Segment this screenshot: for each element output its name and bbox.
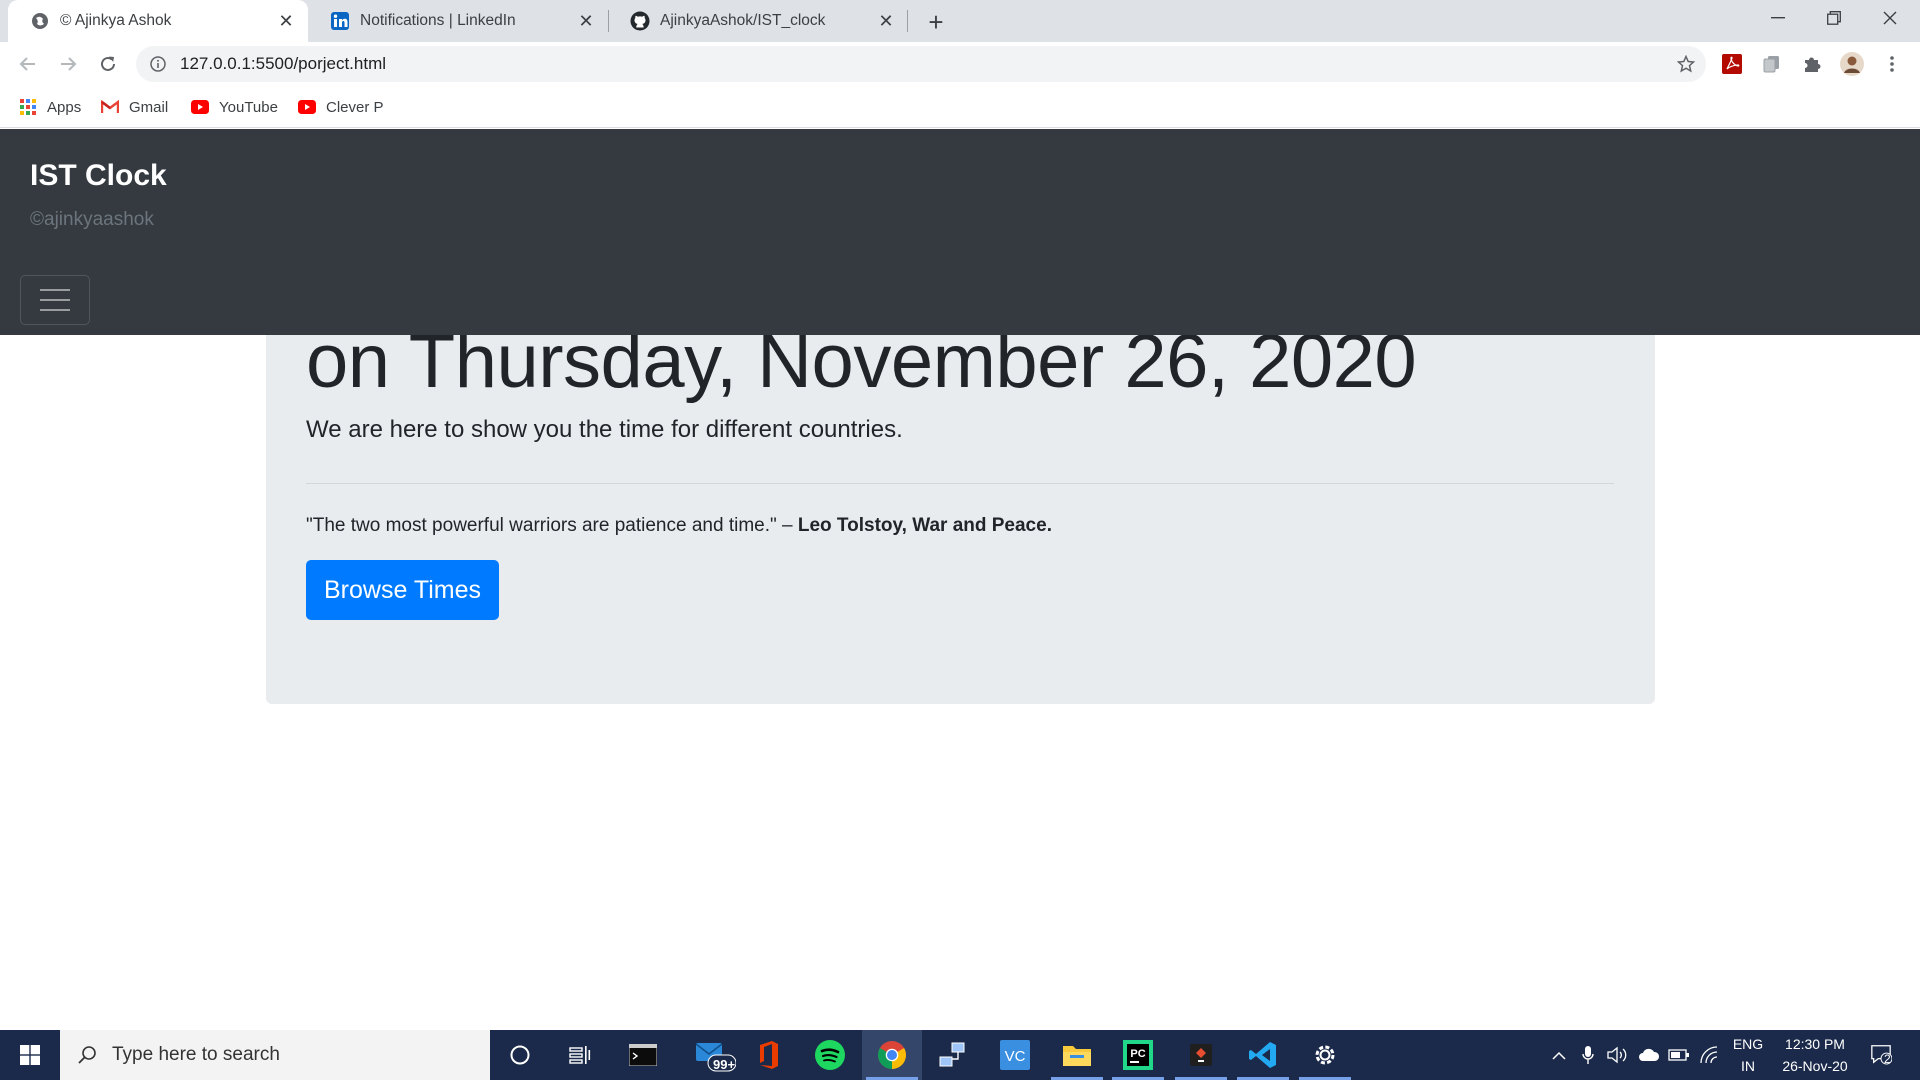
close-icon[interactable]: ✕ [876, 11, 896, 31]
navbar: IST Clock ©ajinkyaashok [0, 129, 1920, 335]
reload-icon[interactable] [92, 48, 124, 80]
tab-github[interactable]: AjinkyaAshok/IST_clock ✕ [608, 0, 908, 42]
tab-divider [907, 10, 908, 32]
svg-text:VC: VC [1005, 1048, 1026, 1065]
quote-text: "The two most powerful warriors are pati… [306, 515, 798, 536]
network-app-icon[interactable] [922, 1030, 982, 1080]
settings-gear-icon[interactable] [1295, 1030, 1355, 1080]
bookmark-clever-p[interactable]: Clever P [298, 95, 384, 119]
bookmark-label: YouTube [219, 98, 278, 116]
tab-title: © Ajinkya Ashok [60, 12, 172, 29]
globe-icon [30, 11, 50, 31]
quote-author: Leo Tolstoy, War and Peace. [797, 515, 1052, 536]
menu-kebab-icon[interactable] [1880, 52, 1904, 76]
hamburger-menu-icon[interactable] [20, 275, 90, 325]
address-bar[interactable]: 127.0.0.1:5500/porject.html [136, 46, 1706, 82]
jumbotron: on Thursday, November 26, 2020 We are he… [266, 324, 1655, 704]
browser-toolbar: 127.0.0.1:5500/porject.html [0, 42, 1920, 87]
divider [306, 483, 1614, 484]
vc-app-icon[interactable]: VC [985, 1030, 1045, 1080]
close-window-icon[interactable] [1862, 0, 1918, 36]
language-code: ENG [1732, 1036, 1764, 1052]
cortana-icon[interactable] [490, 1030, 550, 1080]
wifi-icon[interactable] [1698, 1044, 1720, 1066]
date-heading: on Thursday, November 26, 2020 [306, 319, 1417, 404]
forward-arrow-icon[interactable] [52, 48, 84, 80]
windows-start-icon[interactable] [0, 1030, 60, 1080]
new-tab-button[interactable]: + [922, 7, 950, 37]
profile-avatar-icon[interactable] [1840, 52, 1864, 76]
navbar-brand[interactable]: IST Clock [30, 159, 167, 193]
search-placeholder: Type here to search [112, 1044, 280, 1065]
browse-times-button[interactable]: Browse Times [306, 560, 499, 620]
clock-time: 12:30 PM [1785, 1036, 1845, 1052]
language-indicator[interactable]: ENG IN [1726, 1033, 1770, 1077]
restore-icon[interactable] [1806, 0, 1862, 36]
region-code: IN [1741, 1058, 1755, 1074]
bookmark-star-icon[interactable] [1676, 54, 1696, 74]
spotify-icon[interactable] [800, 1030, 860, 1080]
url-text[interactable]: 127.0.0.1:5500/porject.html [180, 54, 386, 74]
svg-text:PC: PC [1130, 1048, 1145, 1060]
lead-text: We are here to show you the time for dif… [306, 416, 903, 443]
info-icon[interactable] [150, 56, 166, 72]
linkedin-icon [330, 11, 350, 31]
office-icon[interactable] [738, 1030, 798, 1080]
bookmark-gmail[interactable]: Gmail [101, 95, 168, 119]
bookmarks-bar: Apps Gmail YouTube Clever P [0, 87, 1920, 128]
notification-center-icon[interactable]: 2 [1870, 1043, 1892, 1066]
terminal-icon[interactable] [613, 1030, 673, 1080]
close-icon[interactable]: ✕ [576, 11, 596, 31]
pycharm-icon[interactable]: PC [1108, 1030, 1168, 1080]
bookmark-label: Gmail [129, 98, 169, 116]
clock[interactable]: 12:30 PM 26-Nov-20 [1770, 1033, 1860, 1077]
chrome-icon[interactable] [862, 1030, 922, 1080]
tab-title: AjinkyaAshok/IST_clock [660, 12, 826, 29]
file-explorer-icon[interactable] [1047, 1030, 1107, 1080]
taskbar-search-input[interactable]: Type here to search [60, 1030, 490, 1080]
git-bash-icon[interactable] [1171, 1030, 1231, 1080]
onedrive-cloud-icon[interactable] [1638, 1044, 1660, 1066]
tab-ajinkya-ashok[interactable]: © Ajinkya Ashok ✕ [8, 0, 308, 42]
bookmark-youtube[interactable]: YouTube [191, 95, 278, 119]
mail-badge: 99+ [713, 1057, 736, 1072]
minimize-icon[interactable] [1750, 0, 1806, 36]
taskbar: Type here to search 99+ VC PC ENG IN 12:… [0, 1030, 1920, 1080]
volume-icon[interactable] [1607, 1044, 1629, 1066]
puzzle-extensions-icon[interactable] [1800, 52, 1824, 76]
bookmark-label: Clever P [326, 98, 384, 116]
tab-linkedin[interactable]: Notifications | LinkedIn ✕ [308, 0, 608, 42]
back-arrow-icon[interactable] [12, 48, 44, 80]
search-icon [76, 1044, 98, 1066]
navbar-subtitle: ©ajinkyaashok [30, 209, 154, 230]
youtube-icon [298, 98, 316, 116]
microphone-icon[interactable] [1577, 1044, 1599, 1066]
youtube-icon [191, 98, 209, 116]
acrobat-extension-icon[interactable] [1720, 52, 1744, 76]
clock-date: 26-Nov-20 [1782, 1058, 1848, 1074]
gmail-icon [101, 98, 119, 116]
close-icon[interactable]: ✕ [276, 11, 296, 31]
tab-title: Notifications | LinkedIn [360, 12, 516, 29]
task-view-icon[interactable] [550, 1030, 610, 1080]
tab-strip: © Ajinkya Ashok ✕ Notifications | Linked… [0, 0, 1920, 42]
github-icon [630, 11, 650, 31]
web-page-viewport: IST Clock ©ajinkyaashok on Thursday, Nov… [0, 129, 1920, 1030]
bookmark-apps[interactable]: Apps [19, 95, 81, 119]
apps-grid-icon [19, 98, 37, 116]
quote: "The two most powerful warriors are pati… [306, 515, 1052, 537]
mail-icon[interactable]: 99+ [683, 1030, 743, 1080]
notification-count: 2 [1884, 1052, 1891, 1066]
bookmark-label: Apps [47, 98, 82, 116]
chevron-up-icon[interactable] [1548, 1044, 1570, 1066]
copy-extension-icon[interactable] [1760, 52, 1784, 76]
vscode-icon[interactable] [1233, 1030, 1293, 1080]
battery-icon[interactable] [1668, 1044, 1690, 1066]
